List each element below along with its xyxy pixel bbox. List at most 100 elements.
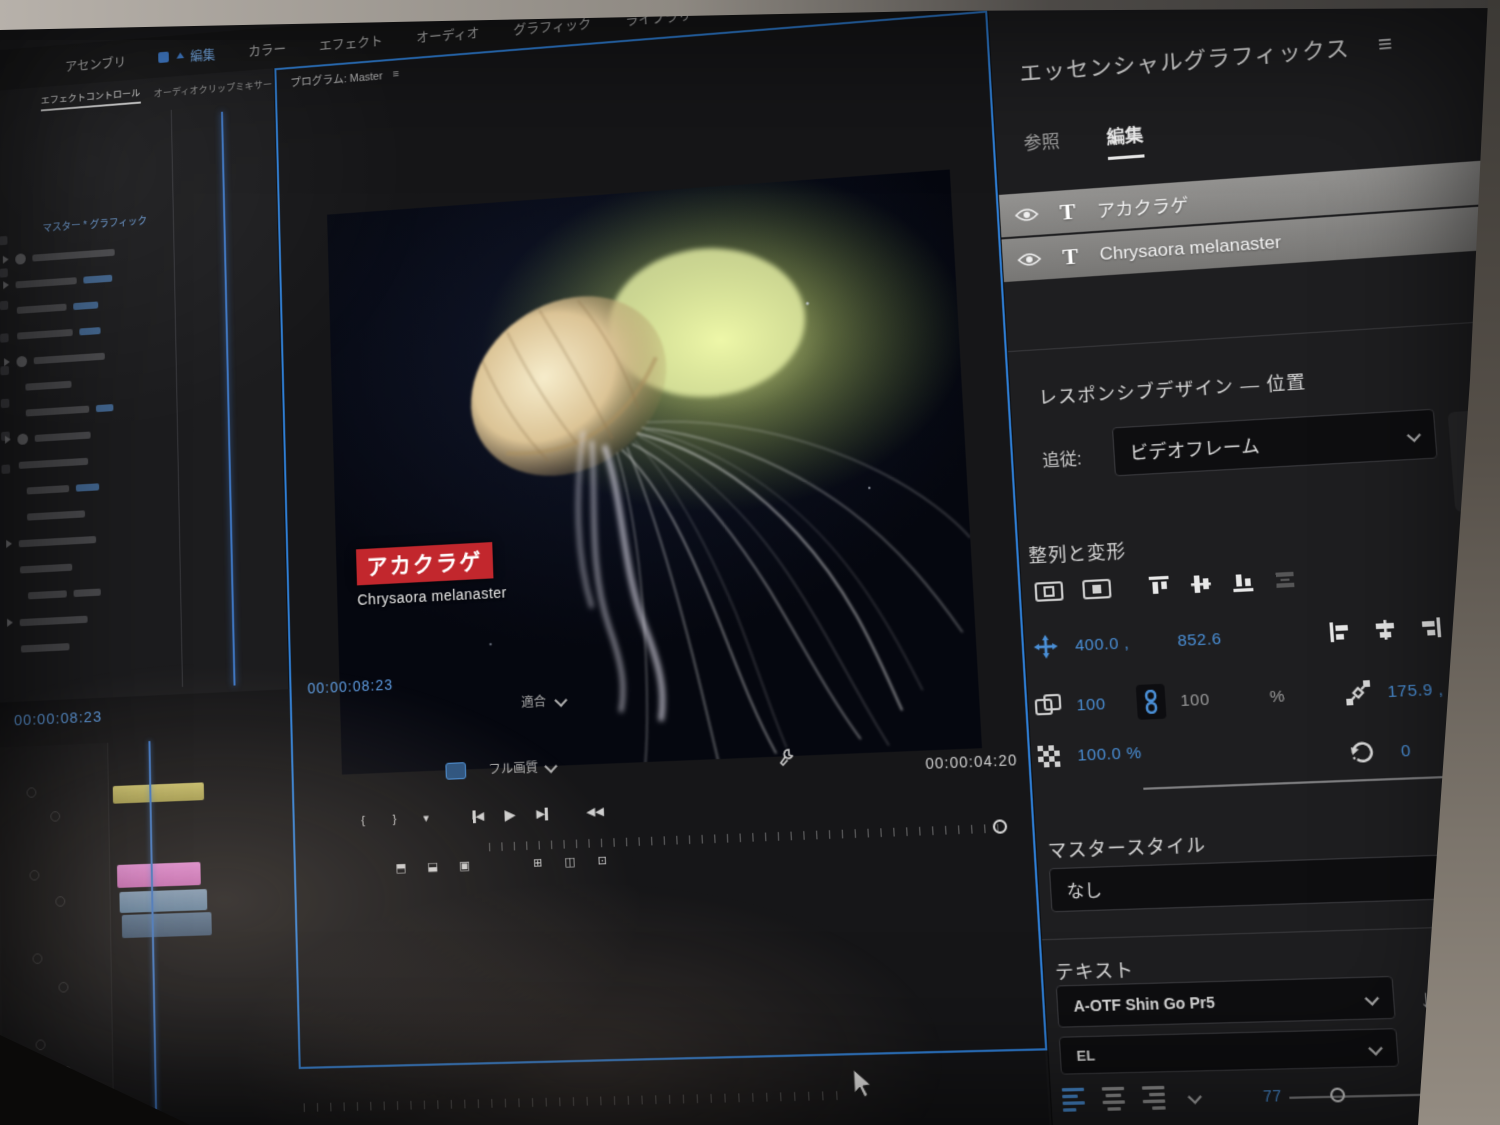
export-frame-icon[interactable]: ▣ [457,858,473,873]
opacity-value[interactable]: 100.0 % [1077,743,1142,764]
mark-in-icon[interactable]: { [355,813,371,827]
align-text-center-icon[interactable] [1101,1086,1126,1111]
workspace-tab-assembly[interactable]: アセンブリ [65,51,126,74]
track-toggle-icon[interactable] [29,869,40,881]
effect-parameter-row[interactable] [4,427,91,448]
effect-parameter-row[interactable] [6,531,97,552]
workspace-tab-audio[interactable]: オーディオ [416,21,480,45]
panel-menu-icon[interactable]: ≡ [392,68,399,80]
track-toggle-icon[interactable] [58,981,69,993]
opacity-slider[interactable] [1143,774,1481,790]
font-style-dropdown[interactable]: EL [1058,1028,1400,1075]
position-x-value[interactable]: 400.0 , [1075,634,1130,655]
effect-parameter-row[interactable] [7,583,101,604]
effect-parameter-row[interactable] [4,348,105,370]
align-right-icon[interactable] [1418,616,1442,639]
tab-browse[interactable]: 参照 [1023,126,1061,166]
safe-margins-icon[interactable]: ⊞ [530,856,546,870]
play-button-icon[interactable]: ▶ [502,806,518,823]
align-left-icon[interactable] [1328,620,1352,643]
video-frame[interactable]: アカクラゲ Chrysaora melanaster [327,169,982,775]
track-toggle-icon[interactable] [55,896,66,907]
effect-parameter-row[interactable] [3,270,113,293]
effect-parameter-row[interactable] [7,638,70,657]
align-bottom-icon[interactable] [1231,571,1255,594]
effect-parameter-row[interactable] [5,399,114,422]
wrench-icon[interactable] [777,747,796,766]
chevron-down-icon[interactable] [1187,1089,1202,1105]
effect-parameter-row[interactable] [6,559,73,579]
timeline-clip-video[interactable] [121,912,212,939]
effect-controls-playhead[interactable] [221,111,236,686]
visibility-eye-icon[interactable] [1015,206,1039,222]
timeline-timecode[interactable]: 00:00:08:23 [14,708,102,729]
extract-icon[interactable]: ⬓ [425,860,441,874]
comparison-view-icon[interactable]: ◫ [562,855,578,869]
distribute-vertical-icon[interactable] [1273,568,1297,591]
align-horizontal-center-icon[interactable] [1373,618,1397,641]
scale-width-value[interactable]: 100 [1076,695,1106,715]
horizontal-center-in-frame-icon[interactable] [1082,579,1112,600]
timeline-clip-graphic[interactable] [112,782,205,804]
workspace-tab-graphics[interactable]: グラフィック [513,12,591,37]
link-scale-toggle[interactable] [1135,683,1167,720]
effect-parameter-row[interactable] [4,376,72,396]
responsive-pin-widget[interactable] [1447,406,1500,513]
align-text-right-icon[interactable] [1141,1085,1166,1110]
track-toggle-icon[interactable] [26,787,37,798]
anchor-x-value[interactable]: 175.9 , [1387,680,1444,701]
font-size-slider[interactable] [1289,1092,1497,1099]
font-size-up-icon[interactable]: ↑ [1466,976,1481,1006]
multi-camera-icon[interactable]: ⊡ [594,853,610,868]
vertical-center-in-frame-icon[interactable] [1034,581,1063,602]
effect-parameter-row[interactable] [7,611,88,631]
track-toggle-icon[interactable] [61,1066,72,1078]
distribute-horizontal-icon[interactable] [1484,613,1500,636]
font-size-down-icon[interactable]: ↓ [1418,984,1433,1014]
effect-parameter-row[interactable] [5,453,89,474]
effect-parameter-row[interactable] [6,478,100,500]
panel-menu-icon[interactable]: ≡ [1377,30,1394,58]
go-to-in-icon[interactable]: ◀◀ [586,804,604,818]
workspace-tab-color[interactable]: カラー [248,37,286,59]
add-marker-icon[interactable]: ▾ [418,811,434,825]
workspace-tab-effects[interactable]: エフェクト [319,29,383,53]
active-toggle-icon[interactable] [445,761,467,780]
font-family-dropdown[interactable]: A-OTF Shin Go Pr5 [1055,975,1396,1028]
visibility-eye-icon[interactable] [1017,251,1041,267]
workspace-tab-cs55[interactable]: CS 5.5 [851,0,893,8]
track-toggle-icon[interactable] [32,953,43,965]
workspace-tab-libraries[interactable]: ライブラリ [625,4,692,28]
monitor-seek-ruler[interactable] [488,823,1007,852]
lift-icon[interactable]: ⬒ [393,861,409,875]
follow-dropdown[interactable]: ビデオフレーム [1111,408,1438,477]
opacity-slider-knob[interactable] [1470,766,1487,782]
track-toggle-icon[interactable] [50,811,61,822]
tab-edit[interactable]: 編集 [1105,120,1145,161]
timeline-ruler[interactable] [303,1090,851,1112]
track-toggle-icon[interactable] [35,1039,46,1051]
zoom-level-dropdown[interactable]: 適合 [521,691,568,711]
align-top-icon[interactable] [1147,575,1170,598]
scale-height-value[interactable]: 100 [1180,690,1211,710]
step-forward-icon[interactable]: ▶ [534,806,550,821]
timeline-clip-title[interactable] [116,861,201,888]
playback-resolution-dropdown[interactable]: フル画質 [488,757,558,778]
rotation-value[interactable]: 0 [1400,741,1411,760]
mark-out-icon[interactable]: } [387,812,403,826]
effect-parameter-row[interactable] [2,244,115,268]
position-y-value[interactable]: 852.6 [1177,629,1222,650]
step-back-icon[interactable]: ◀ [470,809,486,823]
timeline-clip-video[interactable] [119,889,208,914]
font-size-slider-knob[interactable] [1329,1087,1346,1103]
font-size-value[interactable]: 77 [1262,1086,1282,1105]
tab-effect-controls[interactable]: エフェクトコントロール [40,84,141,111]
effect-parameter-row[interactable] [3,296,99,318]
tab-audio-clip-mixer[interactable]: オーディオクリップミキサー [154,76,273,99]
align-text-left-icon[interactable] [1061,1087,1086,1112]
effect-parameter-row[interactable] [6,505,86,526]
workspace-tab-learning[interactable]: Learning [742,0,795,17]
workspace-tab-edit[interactable]: 編集 [158,43,215,66]
effect-parameter-row[interactable] [4,322,101,344]
align-vertical-center-icon[interactable] [1189,573,1212,596]
